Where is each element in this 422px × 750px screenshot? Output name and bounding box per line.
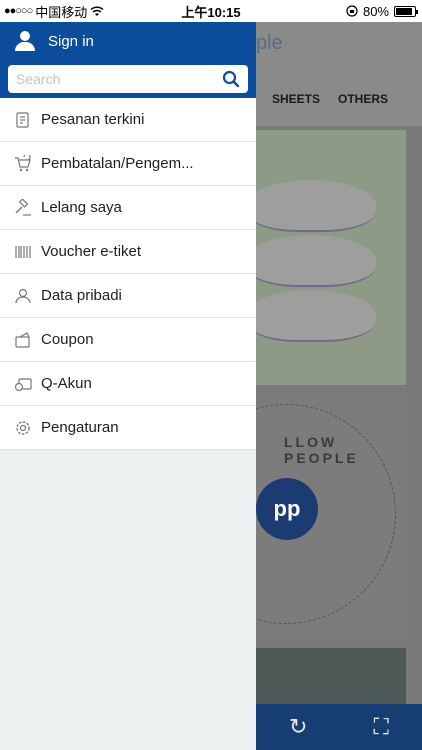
search-icon[interactable] — [222, 70, 240, 88]
menu-item-auction[interactable]: Lelang saya — [0, 186, 256, 230]
search-input[interactable] — [16, 71, 222, 87]
sign-in-button[interactable]: Sign in — [14, 30, 94, 52]
order-document-icon — [14, 111, 32, 129]
menu-item-label: Pembatalan/Pengem... — [41, 155, 194, 172]
menu-item-label: Data pribadi — [41, 287, 122, 304]
side-drawer: Sign in Pesanan terkini Pembatalan/Penge… — [0, 22, 256, 750]
badge-ring-text: LLOW PEOPLE — [284, 434, 359, 466]
tab-others: OTHERS — [338, 92, 389, 106]
background-bottom-bar: ↻ ⛶ — [256, 704, 422, 750]
background-header: ple — [256, 22, 422, 72]
battery-percent: 80% — [362, 3, 389, 19]
battery-icon — [394, 5, 418, 17]
background-tabs: SHEETS OTHERS — [256, 72, 422, 126]
status-right: 80% — [346, 3, 418, 19]
menu-item-personal-data[interactable]: Data pribadi — [0, 274, 256, 318]
menu-item-label: Lelang saya — [41, 199, 122, 216]
barcode-icon — [14, 243, 32, 261]
menu-item-cancellation[interactable]: Pembatalan/Pengem... — [0, 142, 256, 186]
orientation-lock-icon — [346, 5, 358, 17]
menu-item-label: Pengaturan — [41, 419, 119, 436]
wallet-icon — [14, 375, 32, 393]
scan-icon: ⛶ — [373, 714, 389, 739]
search-bar — [8, 65, 248, 93]
auction-hammer-icon — [14, 198, 32, 217]
user-icon — [14, 30, 36, 52]
background-brand: ple — [256, 32, 283, 54]
gear-icon — [14, 419, 32, 437]
person-icon — [14, 287, 32, 305]
drawer-menu: Pesanan terkini Pembatalan/Pengem... Lel… — [0, 98, 256, 450]
menu-item-q-account[interactable]: Q-Akun — [0, 362, 256, 406]
background-app: ple SHEETS OTHERS pp LLOW PEOPLE ↻ ⛶ — [256, 22, 422, 750]
menu-item-voucher[interactable]: Voucher e-tiket — [0, 230, 256, 274]
sign-in-label: Sign in — [48, 32, 94, 50]
brand-badge-banner: pp LLOW PEOPLE — [256, 394, 406, 639]
cart-return-icon — [14, 154, 32, 173]
menu-item-label: Q-Akun — [41, 375, 92, 392]
menu-item-label: Coupon — [41, 331, 94, 348]
menu-item-settings[interactable]: Pengaturan — [0, 406, 256, 450]
pillow-people-logo: pp — [256, 478, 318, 540]
status-bar: ●●○○○ 中国移动 上午10:15 80% — [0, 0, 422, 22]
forest-banner — [256, 648, 406, 708]
menu-item-label: Pesanan terkini — [41, 111, 145, 128]
refresh-icon: ↻ — [289, 714, 308, 739]
drawer-header: Sign in — [0, 22, 256, 98]
tab-sheets: SHEETS — [272, 92, 321, 106]
menu-item-orders[interactable]: Pesanan terkini — [0, 98, 256, 142]
menu-item-label: Voucher e-tiket — [41, 243, 142, 260]
menu-item-coupon[interactable]: Coupon — [0, 318, 256, 362]
coupon-folder-icon — [14, 331, 32, 349]
pillow-banner — [256, 130, 406, 385]
